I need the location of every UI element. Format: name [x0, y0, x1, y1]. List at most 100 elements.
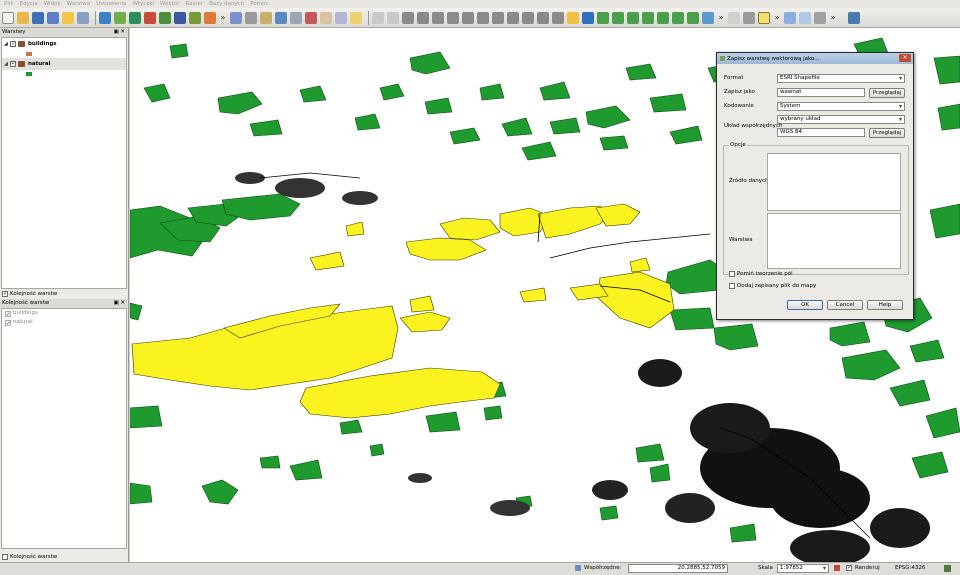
add-to-map-checkbox[interactable] — [729, 283, 735, 289]
edit-pencil-icon[interactable] — [230, 11, 242, 24]
zoom-in-icon[interactable] — [597, 11, 609, 24]
select-features-icon[interactable] — [758, 11, 770, 24]
coords-value[interactable]: 20.2885,52.7059 — [628, 564, 728, 573]
toolbar-overflow-icon[interactable]: » — [773, 12, 781, 24]
menu-raster[interactable]: Raster — [185, 0, 203, 8]
zoom-next-icon[interactable] — [687, 11, 699, 24]
add-to-map-row[interactable]: Dodaj zapisany plik do mapy — [729, 283, 816, 289]
layer-visibility-checkbox[interactable] — [10, 40, 16, 47]
layer-order-checkbox[interactable] — [2, 290, 8, 297]
crs-status[interactable]: EPSG:4326 — [895, 565, 925, 571]
menu-widok[interactable]: Widok — [44, 0, 61, 8]
pan-map-icon[interactable] — [567, 11, 579, 24]
encoding-select[interactable]: System — [777, 102, 905, 111]
ok-button[interactable]: OK — [787, 300, 823, 310]
order-checkbox[interactable] — [5, 310, 11, 319]
skip-output-row[interactable]: Pomiń tworzenie pól — [729, 271, 793, 277]
reshape-icon[interactable] — [477, 11, 489, 24]
delete-part-icon[interactable] — [462, 11, 474, 24]
add-wfs-layer-icon[interactable] — [174, 11, 186, 24]
print-icon[interactable] — [77, 11, 89, 24]
format-select[interactable]: ESRI Shapefile — [777, 74, 905, 83]
pan-to-selection-icon[interactable] — [582, 11, 594, 24]
print-composer-icon[interactable] — [62, 11, 74, 24]
merge-attributes-icon[interactable] — [537, 11, 549, 24]
crs-input[interactable]: WGS 84 — [777, 128, 865, 137]
map-tips-icon[interactable] — [799, 11, 811, 24]
save-project-icon[interactable] — [32, 11, 44, 24]
layer-row-buildings[interactable]: ◢ buildings — [2, 38, 126, 50]
cancel-button[interactable]: Cancel — [827, 300, 863, 310]
add-delimited-text-icon[interactable] — [189, 11, 201, 24]
menu-wtyczki[interactable]: Wtyczki — [132, 0, 153, 8]
menu-wektor[interactable]: Wektor — [160, 0, 179, 8]
menu-plik[interactable]: Plik — [4, 0, 14, 8]
order-checkbox[interactable] — [5, 319, 11, 328]
split-features-icon[interactable] — [507, 11, 519, 24]
menu-pomoc[interactable]: Pomoc — [250, 0, 268, 8]
layer-visibility-checkbox[interactable] — [10, 60, 16, 67]
node-tool-icon[interactable] — [290, 11, 302, 24]
order-bottom-toggle-row[interactable]: Kolejność warstw — [0, 552, 128, 562]
move-feature-icon[interactable] — [275, 11, 287, 24]
paste-features-icon[interactable] — [350, 11, 362, 24]
scale-select[interactable]: 1:97852 — [777, 564, 829, 573]
rotate-point-icon[interactable] — [552, 11, 564, 24]
browse-crs-button[interactable]: Przeglądaj — [869, 128, 905, 138]
add-vector-layer-icon[interactable] — [99, 11, 111, 24]
open-project-icon[interactable] — [17, 11, 29, 24]
toolbar-overflow-icon[interactable]: » — [829, 12, 837, 24]
zoom-layer-icon[interactable] — [657, 11, 669, 24]
save-as-input[interactable]: wawnat — [777, 88, 865, 97]
dialog-title-bar[interactable]: Zapisz warstwę wektorową jako... — [717, 53, 913, 64]
layer-row-natural[interactable]: ◢ natural — [2, 58, 126, 70]
add-spatialite-layer-icon[interactable] — [144, 11, 156, 24]
toolbar-overflow-icon[interactable]: » — [717, 12, 725, 24]
new-shapefile-icon[interactable] — [204, 11, 216, 24]
measure-icon[interactable] — [784, 11, 796, 24]
panel-float-close-icon[interactable]: ▣ ✕ — [113, 299, 125, 308]
copy-features-icon[interactable] — [335, 11, 347, 24]
messages-icon[interactable] — [944, 565, 951, 572]
render-checkbox[interactable] — [846, 564, 852, 571]
layer-order-checkbox[interactable] — [2, 554, 8, 560]
menu-ustawienia[interactable]: Ustawienia — [96, 0, 126, 8]
add-wms-layer-icon[interactable] — [159, 11, 171, 24]
offset-curve-icon[interactable] — [492, 11, 504, 24]
delete-selected-icon[interactable] — [305, 11, 317, 24]
add-raster-layer-icon[interactable] — [114, 11, 126, 24]
zoom-full-icon[interactable] — [627, 11, 639, 24]
add-ring-icon[interactable] — [417, 11, 429, 24]
help-button[interactable]: Help — [867, 300, 903, 310]
zoom-out-icon[interactable] — [612, 11, 624, 24]
list-item[interactable]: natural — [2, 318, 126, 328]
dialog-close-button[interactable]: ✕ — [899, 54, 911, 62]
skip-output-checkbox[interactable] — [729, 271, 735, 277]
menu-warstwa[interactable]: Warstwa — [67, 0, 91, 8]
add-postgis-layer-icon[interactable] — [129, 11, 141, 24]
simplify-feature-icon[interactable] — [402, 11, 414, 24]
new-project-icon[interactable] — [2, 11, 14, 24]
menu-edycja[interactable]: Edycja — [20, 0, 38, 8]
identify-icon[interactable] — [728, 11, 740, 24]
coordinate-toggle-icon[interactable] — [575, 565, 581, 571]
stop-render-icon[interactable] — [834, 565, 840, 571]
cut-features-icon[interactable] — [320, 11, 332, 24]
python-console-icon[interactable] — [848, 11, 860, 24]
add-feature-icon[interactable] — [260, 11, 272, 24]
add-part-icon[interactable] — [432, 11, 444, 24]
toolbar-overflow-icon[interactable]: » — [219, 12, 227, 24]
delete-ring-icon[interactable] — [447, 11, 459, 24]
annotation-icon[interactable] — [814, 11, 826, 24]
save-as-icon[interactable] — [47, 11, 59, 24]
panel-float-close-icon[interactable]: ▣ ✕ — [113, 28, 125, 37]
redo-icon[interactable] — [387, 11, 399, 24]
datasource-options-textarea[interactable] — [767, 153, 901, 211]
zoom-last-icon[interactable] — [672, 11, 684, 24]
layer-options-textarea[interactable] — [767, 213, 901, 269]
save-edits-icon[interactable] — [245, 11, 257, 24]
undo-icon[interactable] — [372, 11, 384, 24]
merge-features-icon[interactable] — [522, 11, 534, 24]
refresh-icon[interactable] — [702, 11, 714, 24]
settings-gear-icon[interactable] — [743, 11, 755, 24]
